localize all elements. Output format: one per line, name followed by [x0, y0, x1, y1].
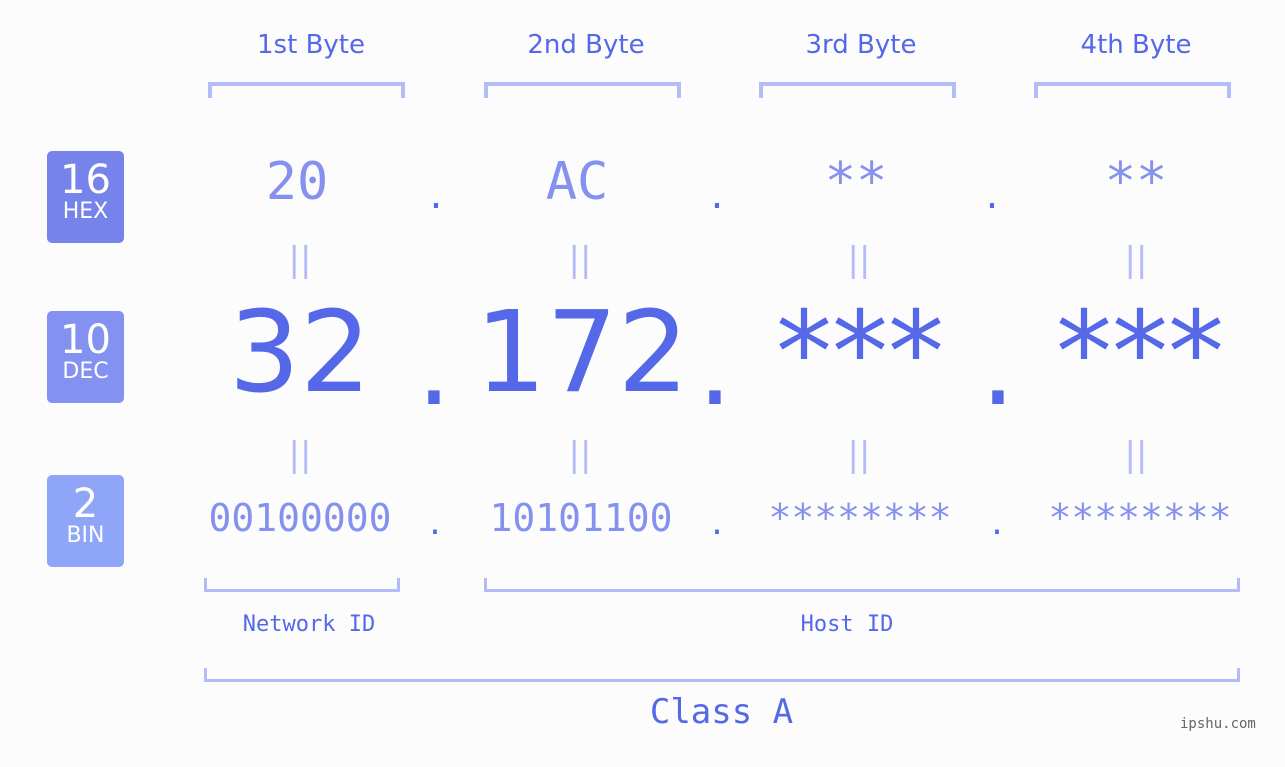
- byte-header-4: 4th Byte: [1080, 30, 1192, 60]
- hex-label: HEX: [62, 199, 109, 224]
- dec-label: DEC: [62, 359, 109, 384]
- bin-byte-3: ********: [768, 496, 952, 540]
- bin-byte-1: 00100000: [208, 496, 392, 540]
- byte-bracket-1: [208, 82, 405, 98]
- bin-dot-2: .: [711, 502, 723, 543]
- byte-header-1: 1st Byte: [257, 30, 365, 60]
- bin-dot-1: .: [429, 502, 441, 543]
- byte-header-2: 2nd Byte: [527, 30, 645, 60]
- hex-byte-1: 20: [265, 152, 329, 212]
- dec-byte-3: ***: [776, 288, 944, 418]
- watermark: ipshu.com: [1180, 716, 1256, 732]
- hex-dot-2: .: [710, 172, 724, 218]
- bin-dot-3: .: [991, 502, 1003, 543]
- equals-sign: ||: [568, 435, 592, 475]
- hex-base: 16: [60, 157, 111, 203]
- network-id-label: Network ID: [242, 612, 376, 637]
- hex-byte-4: **: [1104, 152, 1168, 212]
- hex-dot-1: .: [429, 172, 443, 218]
- equals-sign: ||: [288, 435, 312, 475]
- hex-dot-3: .: [985, 172, 999, 218]
- byte-bracket-2: [484, 82, 681, 98]
- byte-bracket-4: [1034, 82, 1231, 98]
- bin-byte-4: ********: [1048, 496, 1232, 540]
- dec-dot-2: .: [697, 302, 733, 430]
- host-id-bracket: [484, 578, 1240, 592]
- class-bracket: [204, 668, 1240, 682]
- network-id-bracket: [204, 578, 400, 592]
- bin-badge: 2 BIN: [47, 475, 124, 567]
- dec-byte-1: 32: [228, 288, 372, 418]
- dec-base: 10: [60, 317, 111, 363]
- equals-sign: ||: [1124, 435, 1148, 475]
- ip-class-label: Class A: [649, 692, 794, 732]
- hex-byte-3: **: [824, 152, 888, 212]
- host-id-label: Host ID: [800, 612, 894, 637]
- bin-byte-2: 10101100: [489, 496, 673, 540]
- dec-badge: 10 DEC: [47, 311, 124, 403]
- equals-sign: ||: [847, 240, 871, 280]
- dec-dot-3: .: [980, 302, 1016, 430]
- hex-byte-2: AC: [545, 152, 609, 212]
- bin-label: BIN: [66, 523, 105, 548]
- dec-byte-4: ***: [1056, 288, 1224, 418]
- byte-header-3: 3rd Byte: [805, 30, 917, 60]
- equals-sign: ||: [1124, 240, 1148, 280]
- dec-byte-2: 172: [475, 288, 689, 418]
- equals-sign: ||: [568, 240, 592, 280]
- equals-sign: ||: [847, 435, 871, 475]
- byte-bracket-3: [759, 82, 956, 98]
- dec-dot-1: .: [416, 302, 452, 430]
- equals-sign: ||: [288, 240, 312, 280]
- hex-badge: 16 HEX: [47, 151, 124, 243]
- bin-base: 2: [72, 481, 99, 527]
